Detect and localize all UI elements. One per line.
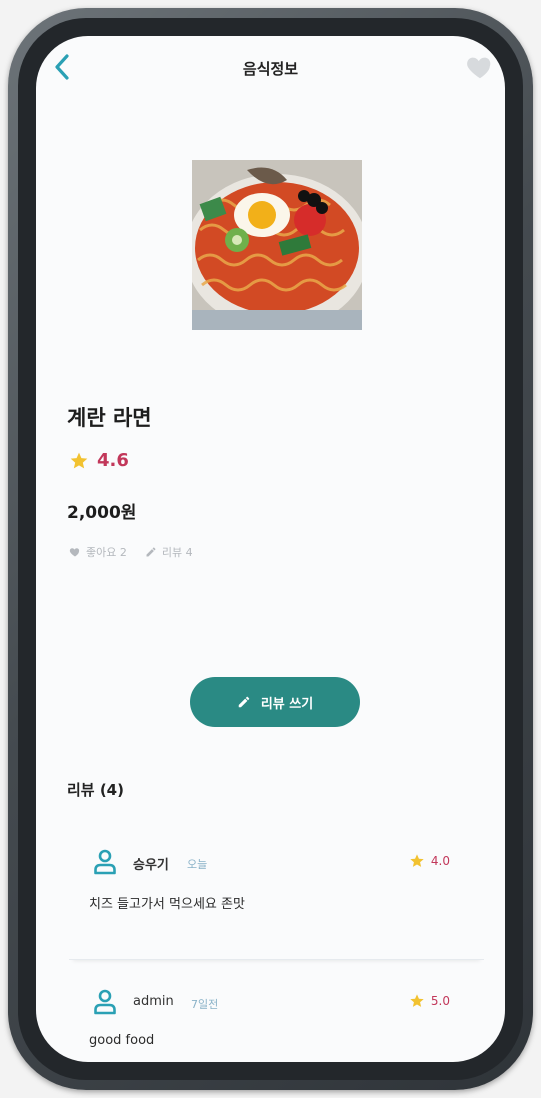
review-username: admin bbox=[133, 994, 174, 1009]
page-title: 음식정보 bbox=[242, 60, 299, 78]
star-icon bbox=[410, 854, 424, 867]
food-name: 계란 라면 bbox=[67, 406, 152, 430]
likes-label: 좋아요 2 bbox=[86, 546, 127, 559]
star-icon bbox=[70, 452, 88, 468]
heart-icon bbox=[467, 57, 491, 79]
review-date: 오늘 bbox=[187, 858, 208, 871]
heart-icon bbox=[69, 548, 80, 557]
review-header: 승우기 오늘 4.0 bbox=[69, 849, 484, 879]
review-rating-value: 4.0 bbox=[430, 854, 450, 868]
reviews-section-title: 리뷰 (4) bbox=[67, 781, 124, 799]
pencil-icon bbox=[146, 547, 156, 557]
pencil-icon bbox=[238, 696, 250, 708]
user-icon bbox=[94, 849, 116, 875]
app-screen: 음식정보 계란 라면 4.6 2,000원 좋아요 2 리뷰 4 리뷰 쓰기 리… bbox=[36, 36, 505, 1062]
favorite-button[interactable] bbox=[465, 52, 495, 82]
review-rating-value: 5.0 bbox=[430, 994, 450, 1008]
reviews-label: 리뷰 4 bbox=[161, 546, 193, 559]
review-text: 치즈 들고가서 먹으세요 존맛 bbox=[89, 897, 245, 912]
review-rating: 5.0 bbox=[409, 993, 450, 1009]
food-rating: 4.6 bbox=[69, 450, 129, 471]
review-text: good food bbox=[89, 1033, 155, 1048]
likes-count: 좋아요 2 bbox=[69, 544, 127, 560]
write-review-label: 리뷰 쓰기 bbox=[260, 696, 314, 712]
food-meta: 좋아요 2 리뷰 4 bbox=[69, 544, 211, 560]
review-rating: 4.0 bbox=[409, 853, 450, 869]
rating-value: 4.6 bbox=[97, 450, 129, 471]
food-image bbox=[185, 160, 369, 330]
star-icon bbox=[410, 994, 424, 1007]
review-item[interactable]: admin 7일전 5.0 good food bbox=[69, 981, 484, 1062]
user-icon bbox=[94, 989, 116, 1015]
review-item[interactable]: 승우기 오늘 4.0 치즈 들고가서 먹으세요 존맛 bbox=[69, 841, 484, 960]
food-price: 2,000원 bbox=[67, 503, 137, 523]
reviews-count: 리뷰 4 bbox=[145, 544, 193, 560]
review-header: admin 7일전 5.0 bbox=[69, 989, 484, 1019]
review-username: 승우기 bbox=[133, 858, 169, 873]
write-review-button[interactable]: 리뷰 쓰기 bbox=[190, 677, 360, 727]
review-date: 7일전 bbox=[191, 998, 219, 1011]
